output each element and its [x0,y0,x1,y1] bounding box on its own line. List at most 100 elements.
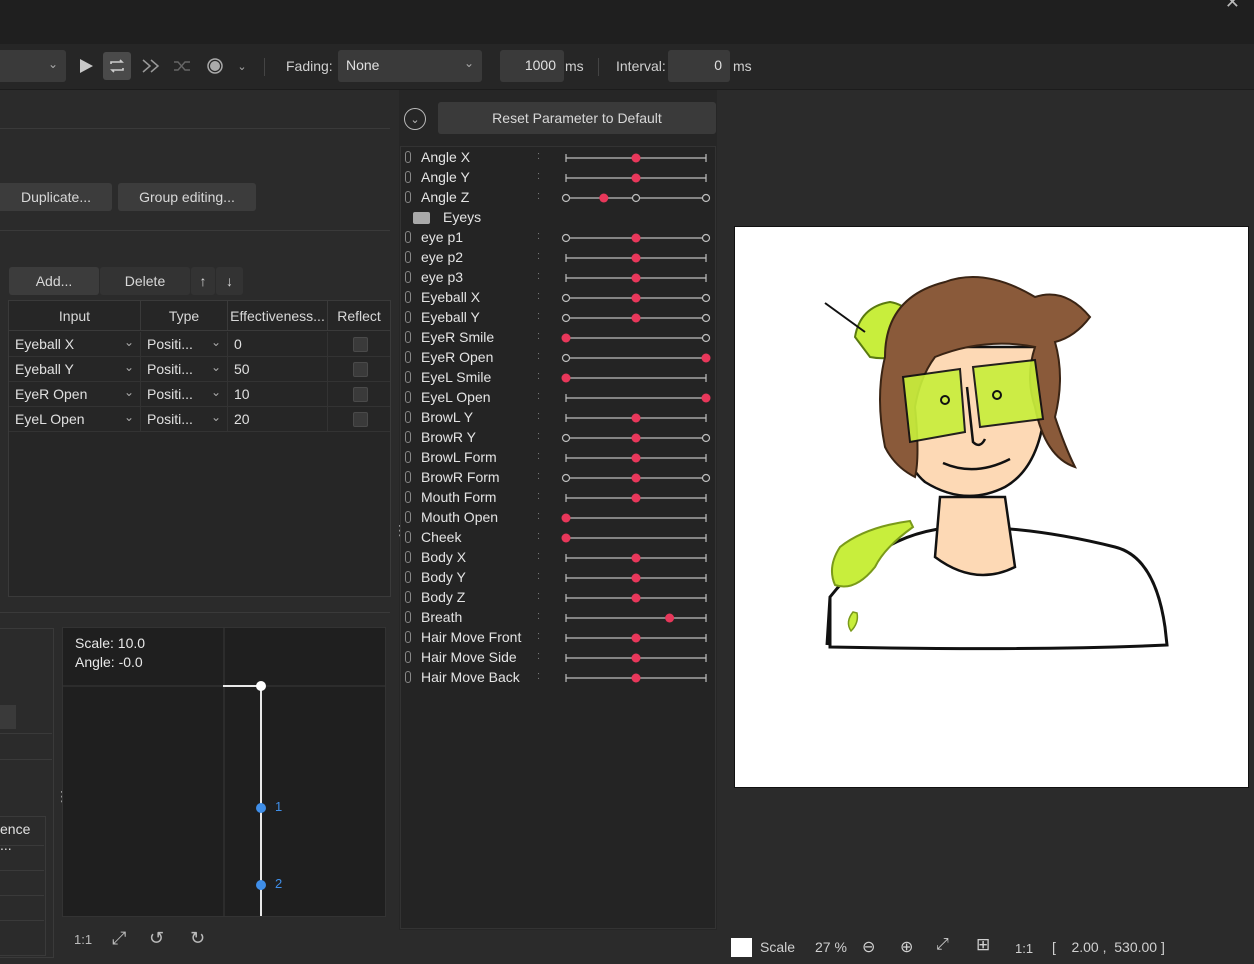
model-canvas[interactable] [734,226,1249,788]
interval-field[interactable]: 0 [668,50,730,82]
parameter-row[interactable]: eye p1: [401,228,717,248]
parameter-slider[interactable] [561,370,711,386]
reflect-checkbox[interactable] [353,412,368,427]
center-view-icon[interactable]: ⊞ [976,935,990,955]
parameter-slider[interactable] [561,170,711,186]
drag-handle-icon[interactable]: : [537,410,540,422]
parameter-row[interactable]: eye p3: [401,268,717,288]
shuffle-icon[interactable] [168,52,196,80]
effectiveness-field[interactable]: 20 [228,407,328,432]
parameter-row[interactable]: Angle Y: [401,168,717,188]
parameter-slider[interactable] [561,190,711,206]
key-icon[interactable] [405,231,411,243]
reflect-checkbox[interactable] [353,362,368,377]
drag-handle-icon[interactable]: : [537,290,540,302]
drag-handle-icon[interactable]: : [537,650,540,662]
curve-origin-point[interactable] [256,681,266,691]
parameter-slider[interactable] [561,270,711,286]
rotate-right-icon[interactable]: ↻ [190,928,205,949]
drag-handle-icon[interactable]: : [537,430,540,442]
parameter-row[interactable]: BrowR Y: [401,428,717,448]
key-icon[interactable] [405,491,411,503]
group-editing-button[interactable]: Group editing... [118,183,256,211]
parameter-row[interactable]: EyeR Open: [401,348,717,368]
key-icon[interactable] [405,151,411,163]
parameter-slider[interactable] [561,510,711,526]
parameter-row[interactable]: Angle Z: [401,188,717,208]
drag-handle-icon[interactable]: : [537,590,540,602]
zoom-one-to-one-button[interactable]: 1:1 [74,932,92,947]
reset-parameter-button[interactable]: Reset Parameter to Default [438,102,716,134]
close-icon[interactable]: ✕ [1225,0,1240,13]
key-icon[interactable] [405,371,411,383]
parameter-row[interactable]: BrowL Form: [401,448,717,468]
zoom-in-icon[interactable]: ⊕ [900,937,913,957]
drag-handle-icon[interactable]: : [537,630,540,642]
parameter-row[interactable]: Mouth Open: [401,508,717,528]
type-select[interactable]: Positi... ⌄ [141,407,228,432]
parameter-row[interactable]: Angle X: [401,148,717,168]
drag-handle-icon[interactable]: : [537,250,540,262]
parameter-slider[interactable] [561,650,711,666]
key-icon[interactable] [405,331,411,343]
curve-graph[interactable]: Scale: 10.0 Angle: -0.0 1 2 [62,627,386,917]
fit-view-icon[interactable]: ⤢ [112,928,126,949]
parameter-slider[interactable] [561,310,711,326]
input-select[interactable]: EyeL Open ⌄ [9,407,141,432]
parameter-slider[interactable] [561,330,711,346]
parameter-slider[interactable] [561,250,711,266]
reflect-checkbox[interactable] [353,387,368,402]
effectiveness-field[interactable]: 0 [228,332,328,357]
input-select[interactable]: Eyeball X ⌄ [9,332,141,357]
zoom-out-icon[interactable]: ⊖ [862,937,875,957]
key-icon[interactable] [405,251,411,263]
parameter-slider[interactable] [561,290,711,306]
parameter-slider[interactable] [561,530,711,546]
parameter-row[interactable]: Hair Move Back: [401,668,717,688]
rotate-left-icon[interactable]: ↺ [149,928,164,949]
key-icon[interactable] [405,651,411,663]
fading-select[interactable]: None ⌄ [338,50,482,82]
key-icon[interactable] [405,511,411,523]
fast-forward-icon[interactable] [137,52,165,80]
delete-button[interactable]: Delete [100,267,190,295]
key-icon[interactable] [405,571,411,583]
drag-handle-icon[interactable]: : [537,670,540,682]
parameter-row[interactable]: Hair Move Front: [401,628,717,648]
parameter-row[interactable]: Body Z: [401,588,717,608]
parameter-slider[interactable] [561,450,711,466]
column-header-effectiveness[interactable]: Effectiveness... [228,301,328,331]
key-icon[interactable] [405,471,411,483]
loop-icon[interactable] [103,52,131,80]
parameter-row[interactable]: EyeL Smile: [401,368,717,388]
parameter-slider[interactable] [561,470,711,486]
side-list-handle[interactable] [0,705,16,729]
drag-handle-icon[interactable]: : [537,310,540,322]
parameter-slider[interactable] [561,630,711,646]
parameter-slider[interactable] [561,410,711,426]
drag-handle-icon[interactable]: : [537,150,540,162]
duplicate-button[interactable]: Duplicate... [0,183,112,211]
key-icon[interactable] [405,531,411,543]
drag-handle-icon[interactable]: : [537,390,540,402]
drag-handle-icon[interactable]: : [537,490,540,502]
parameter-row[interactable]: Breath: [401,608,717,628]
key-icon[interactable] [405,271,411,283]
fit-view-icon[interactable]: ⤢ [936,936,949,954]
curve-point-2[interactable] [256,880,266,890]
drag-handle-icon[interactable]: : [537,510,540,522]
parameter-slider[interactable] [561,490,711,506]
drag-handle-icon[interactable]: : [537,570,540,582]
type-select[interactable]: Positi... ⌄ [141,357,228,382]
parameter-row[interactable]: Eyeball X: [401,288,717,308]
record-options-icon[interactable]: ⌄ [228,52,256,80]
type-select[interactable]: Positi... ⌄ [141,332,228,357]
type-select[interactable]: Positi... ⌄ [141,382,228,407]
parameter-row[interactable]: BrowR Form: [401,468,717,488]
parameter-folder[interactable]: Eyeys [401,208,717,228]
side-table-header[interactable]: ence ... [0,821,45,853]
parameter-slider[interactable] [561,150,711,166]
parameter-slider[interactable] [561,570,711,586]
effectiveness-field[interactable]: 10 [228,382,328,407]
parameter-slider[interactable] [561,610,711,626]
